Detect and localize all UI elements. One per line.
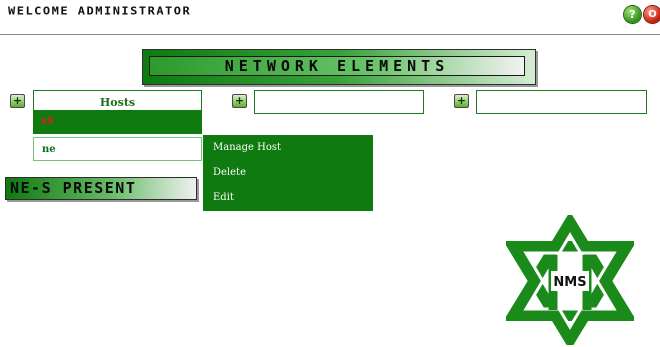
logo-text: NMS <box>553 275 586 290</box>
host-item-s9[interactable]: s9 <box>33 110 202 134</box>
menu-item-delete[interactable]: Delete <box>213 167 246 178</box>
ne-present-title: NE-S PRESENT <box>5 177 197 200</box>
banner-title: NETWORK ELEMENTS <box>149 56 525 76</box>
expand-hosts-button[interactable]: + <box>10 94 25 108</box>
network-elements-banner: NETWORK ELEMENTS <box>142 49 536 85</box>
expand-column-2-button[interactable]: + <box>232 94 247 108</box>
logout-icon[interactable]: O <box>644 6 660 23</box>
menu-item-edit[interactable]: Edit <box>213 192 234 203</box>
host-item-ne[interactable]: ne <box>33 137 202 161</box>
column-3-header <box>476 90 647 114</box>
welcome-text: WELCOME ADMINISTRATOR <box>8 4 192 18</box>
menu-item-manage-host[interactable]: Manage Host <box>213 142 281 153</box>
header-divider <box>0 34 660 35</box>
column-2-header <box>254 90 424 114</box>
host-context-menu: Manage Host Delete Edit <box>203 135 373 211</box>
hosts-column-title: Hosts <box>99 96 136 109</box>
help-icon[interactable]: ? <box>624 6 641 23</box>
nms-logo: NMS <box>506 215 634 345</box>
expand-column-3-button[interactable]: + <box>454 94 469 108</box>
